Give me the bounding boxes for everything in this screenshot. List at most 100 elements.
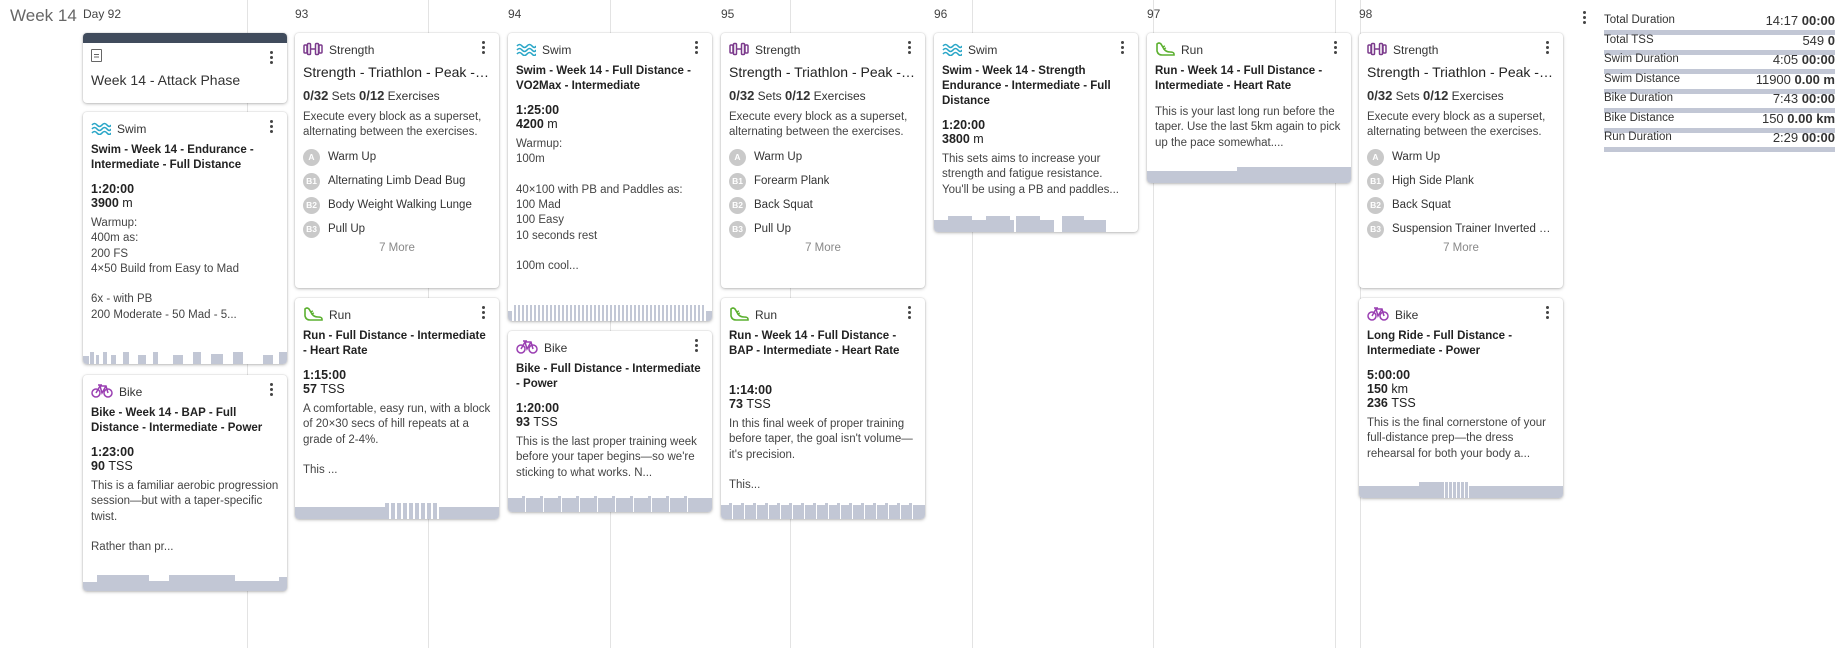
card-menu-button[interactable] bbox=[264, 51, 278, 67]
workout-title[interactable]: Bike - Full Distance - Intermediate - Po… bbox=[516, 362, 704, 392]
exercise-item[interactable]: A Warm Up bbox=[303, 148, 491, 166]
workout-title[interactable]: Swim - Week 14 - Full Distance - VO2Max … bbox=[516, 64, 704, 94]
intensity-bar bbox=[777, 503, 780, 519]
workout-title[interactable]: Long Ride - Full Distance - Intermediate… bbox=[1367, 329, 1555, 359]
exercise-item[interactable]: B2 Back Squat bbox=[729, 196, 917, 214]
card-menu-button[interactable] bbox=[1115, 41, 1129, 57]
summary-menu-button[interactable] bbox=[1577, 11, 1591, 27]
exercise-badge: B2 bbox=[729, 196, 746, 214]
intensity-bar bbox=[853, 505, 861, 519]
exercises-label: Exercises bbox=[1451, 89, 1504, 103]
exercise-item[interactable]: B3 Pull Up bbox=[303, 220, 491, 238]
day-number: 98 bbox=[1359, 7, 1373, 21]
run-workout-card[interactable]: Run Run - Week 14 - Full Distance - BAP -… bbox=[721, 298, 925, 519]
intensity-bar bbox=[508, 311, 512, 321]
intensity-bar bbox=[522, 305, 524, 321]
workout-metric: 90 TSS bbox=[91, 459, 133, 474]
intensity-bar bbox=[1147, 171, 1237, 183]
intensity-bar bbox=[849, 503, 852, 519]
summary-row: Swim Duration 4:05 00:00 bbox=[1604, 52, 1835, 74]
exercises-done: 0/12 bbox=[359, 88, 385, 103]
strength-icon bbox=[1367, 42, 1387, 59]
strength-workout-card[interactable]: Strength Strength - Triathlon - Peak - We… bbox=[1359, 33, 1563, 288]
exercise-item[interactable]: B1 Alternating Limb Dead Bug bbox=[303, 172, 491, 190]
workout-title[interactable]: Strength - Triathlon - Peak - Week 14 bbox=[1367, 63, 1555, 81]
intensity-bar bbox=[877, 505, 885, 519]
exercise-item[interactable]: B2 Body Weight Walking Lunge bbox=[303, 196, 491, 214]
swim-workout-card[interactable]: Swim Swim - Week 14 - Strength Endurance … bbox=[934, 33, 1138, 232]
run-workout-card[interactable]: Run Run - Week 14 - Full Distance - Inter… bbox=[1147, 33, 1351, 183]
note-card[interactable]: Week 14 - Attack Phase bbox=[83, 33, 287, 103]
workout-duration: 1:14:00 bbox=[729, 383, 773, 397]
intensity-bar bbox=[841, 505, 849, 519]
swim-workout-card[interactable]: Swim Swim - Week 14 - Endurance - Interme… bbox=[83, 112, 287, 364]
bike-workout-card[interactable]: Bike Long Ride - Full Distance - Intermed… bbox=[1359, 298, 1563, 498]
metric-unit: m bbox=[547, 117, 558, 131]
workout-title[interactable]: Swim - Week 14 - Strength Endurance - In… bbox=[942, 64, 1130, 109]
workout-type: Swim bbox=[117, 122, 147, 136]
workout-title[interactable]: Bike - Week 14 - BAP - Full Distance - I… bbox=[91, 406, 279, 436]
card-header: Strength bbox=[303, 40, 374, 60]
card-menu-button[interactable] bbox=[264, 383, 278, 399]
run-workout-card[interactable]: Run Run - Full Distance - Intermediate - … bbox=[295, 298, 499, 519]
workout-title[interactable]: Run - Full Distance - Intermediate - Hea… bbox=[303, 329, 491, 359]
workout-title[interactable]: Strength - Triathlon - Peak - Week 14 bbox=[303, 63, 491, 81]
workout-title[interactable]: Run - Week 14 - Full Distance - BAP - In… bbox=[729, 329, 917, 359]
exercise-item[interactable]: B3 Pull Up bbox=[729, 220, 917, 238]
card-menu-button[interactable] bbox=[902, 306, 916, 322]
more-exercises-link[interactable]: 7 More bbox=[295, 242, 499, 254]
more-exercises-link[interactable]: 7 More bbox=[1359, 242, 1563, 254]
workout-title[interactable]: Run - Week 14 - Full Distance - Intermed… bbox=[1155, 64, 1343, 94]
workout-description: This is the final cornerstone of your fu… bbox=[1367, 417, 1546, 460]
strength-workout-card[interactable]: Strength Strength - Triathlon - Peak - We… bbox=[295, 33, 499, 288]
intensity-bar bbox=[526, 498, 540, 512]
more-exercises-link[interactable]: 7 More bbox=[721, 242, 925, 254]
workout-description: Warmup: 400m as: 200 FS 4×50 Build from … bbox=[91, 217, 239, 321]
intensity-bar bbox=[642, 305, 644, 321]
bike-workout-card[interactable]: Bike Bike - Full Distance - Intermediate … bbox=[508, 331, 712, 512]
card-menu-button[interactable] bbox=[1328, 41, 1342, 57]
intensity-bar bbox=[546, 305, 548, 321]
metric-unit: m bbox=[122, 196, 133, 210]
intensity-bar bbox=[648, 496, 651, 512]
intensity-bar bbox=[279, 352, 287, 364]
exercise-item[interactable]: B1 Forearm Plank bbox=[729, 172, 917, 190]
card-menu-button[interactable] bbox=[1540, 41, 1554, 57]
card-menu-button[interactable] bbox=[689, 339, 703, 355]
intensity-bar bbox=[622, 305, 624, 321]
exercise-item[interactable]: B1 High Side Plank bbox=[1367, 172, 1555, 190]
card-menu-button[interactable] bbox=[689, 41, 703, 57]
intensity-bar bbox=[570, 305, 572, 321]
metric-value: 57 bbox=[303, 382, 317, 396]
sets-label: Sets bbox=[1395, 89, 1420, 103]
intensity-bar bbox=[594, 305, 596, 321]
card-menu-button[interactable] bbox=[476, 41, 490, 57]
card-menu-button[interactable] bbox=[902, 41, 916, 57]
exercise-item[interactable]: B2 Back Squat bbox=[1367, 196, 1555, 214]
workout-title[interactable]: Swim - Week 14 - Endurance - Intermediat… bbox=[91, 143, 279, 173]
intensity-bar bbox=[558, 496, 561, 512]
strength-workout-card[interactable]: Strength Strength - Triathlon - Peak - We… bbox=[721, 33, 925, 288]
card-menu-button[interactable] bbox=[476, 306, 490, 322]
summary-value: 150 0.00 km bbox=[1762, 111, 1835, 126]
bike-workout-card[interactable]: Bike Bike - Week 14 - BAP - Full Distance… bbox=[83, 375, 287, 591]
intensity-bar bbox=[781, 505, 789, 519]
summary-target: 00:00 bbox=[1801, 91, 1835, 106]
exercise-item[interactable]: A Warm Up bbox=[1367, 148, 1555, 166]
exercise-item[interactable]: A Warm Up bbox=[729, 148, 917, 166]
exercise-item[interactable]: B3 Suspension Trainer Inverted Row bbox=[1367, 220, 1555, 238]
workout-metric: 3900 m bbox=[91, 196, 133, 211]
intensity-bar bbox=[149, 581, 169, 591]
swim-workout-card[interactable]: Swim Swim - Week 14 - Full Distance - VO2… bbox=[508, 33, 712, 321]
intensity-bar bbox=[138, 355, 146, 364]
metric-value: 73 bbox=[729, 397, 743, 411]
intensity-bar bbox=[263, 355, 273, 364]
intensity-bar bbox=[96, 355, 99, 364]
card-menu-button[interactable] bbox=[264, 120, 278, 136]
intensity-bar bbox=[594, 496, 597, 512]
workout-title[interactable]: Strength - Triathlon - Peak - Week 14 bbox=[729, 63, 917, 81]
day-number: 97 bbox=[1147, 7, 1161, 21]
card-menu-button[interactable] bbox=[1540, 306, 1554, 322]
run-icon bbox=[303, 306, 323, 325]
summary-label: Swim Duration bbox=[1604, 53, 1679, 65]
